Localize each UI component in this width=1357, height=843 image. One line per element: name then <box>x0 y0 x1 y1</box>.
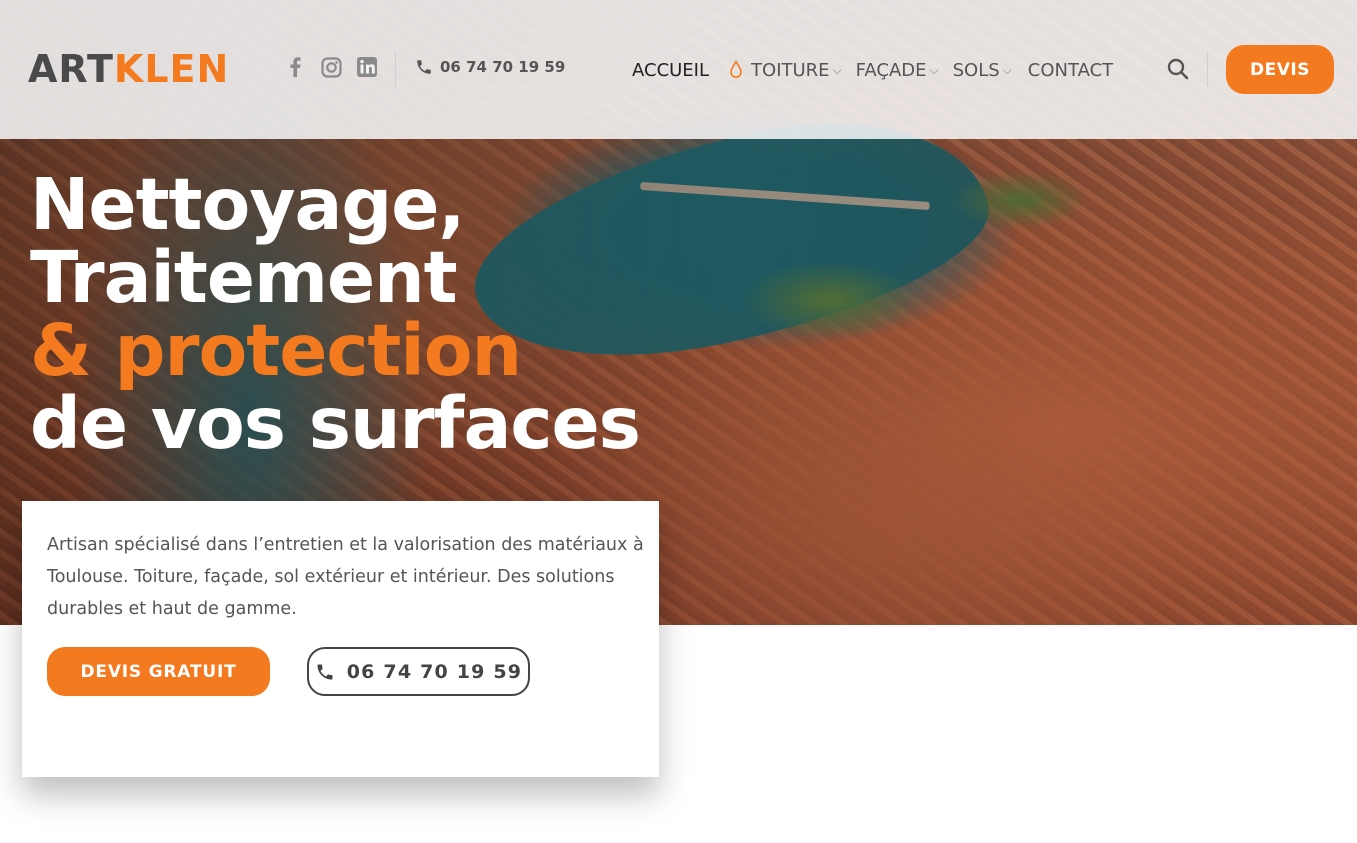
logo[interactable]: ARTKLEN <box>28 46 229 92</box>
intro-description: Artisan spécialisé dans l’entretien et l… <box>47 535 644 619</box>
instagram-icon[interactable] <box>320 56 342 78</box>
site-header: ARTKLEN 06 74 70 19 59 ACCUEIL TOITURE ⌵… <box>0 0 1357 139</box>
headline-line-3: & protection <box>30 309 522 392</box>
nav-label: FAÇADE <box>855 59 927 81</box>
phone-icon <box>417 60 431 74</box>
header-phone-number: 06 74 70 19 59 <box>440 58 566 76</box>
headline-line-2: Traitement <box>30 236 458 319</box>
social-links <box>284 56 378 78</box>
search-icon <box>1167 58 1189 80</box>
headline-line-4: de vos surfaces <box>30 382 641 465</box>
nav-item-toiture[interactable]: TOITURE ⌵ <box>729 60 842 81</box>
logo-text-part1: ART <box>28 47 114 91</box>
linkedin-icon[interactable] <box>356 56 378 78</box>
chevron-down-icon: ⌵ <box>1002 62 1012 77</box>
header-divider <box>395 51 396 87</box>
phone-icon <box>317 664 333 679</box>
nav-item-sols[interactable]: SOLS ⌵ <box>953 60 1012 81</box>
chevron-down-icon: ⌵ <box>929 62 939 77</box>
chevron-down-icon: ⌵ <box>832 62 842 77</box>
nav-label: SOLS <box>952 59 1000 81</box>
header-divider <box>1207 51 1208 87</box>
main-nav: ACCUEIL TOITURE ⌵ FAÇADE ⌵ SOLS ⌵ CONTAC… <box>632 56 1133 84</box>
call-phone-number: 06 74 70 19 59 <box>346 660 523 683</box>
nav-item-contact[interactable]: CONTACT <box>1028 60 1113 81</box>
intro-card: Artisan spécialisé dans l’entretien et l… <box>22 501 659 777</box>
hero-headline: Nettoyage, Traitement & protection de vo… <box>30 163 641 465</box>
search-button[interactable] <box>1167 58 1189 85</box>
devis-gratuit-button[interactable]: DEVIS GRATUIT <box>47 647 270 696</box>
devis-button[interactable]: DEVIS <box>1226 45 1334 94</box>
header-phone-link[interactable]: 06 74 70 19 59 <box>415 58 565 76</box>
nav-label: TOITURE <box>751 59 830 81</box>
headline-line-1: Nettoyage, <box>30 163 465 246</box>
call-phone-button[interactable]: 06 74 70 19 59 <box>307 647 530 696</box>
facebook-icon[interactable] <box>284 56 306 78</box>
water-drop-icon <box>730 60 742 78</box>
logo-text-part2: KLEN <box>113 47 230 91</box>
nav-item-accueil[interactable]: ACCUEIL <box>632 60 709 81</box>
nav-item-facade[interactable]: FAÇADE ⌵ <box>856 60 939 81</box>
nav-label: CONTACT <box>1027 59 1114 81</box>
nav-label: ACCUEIL <box>632 59 710 81</box>
